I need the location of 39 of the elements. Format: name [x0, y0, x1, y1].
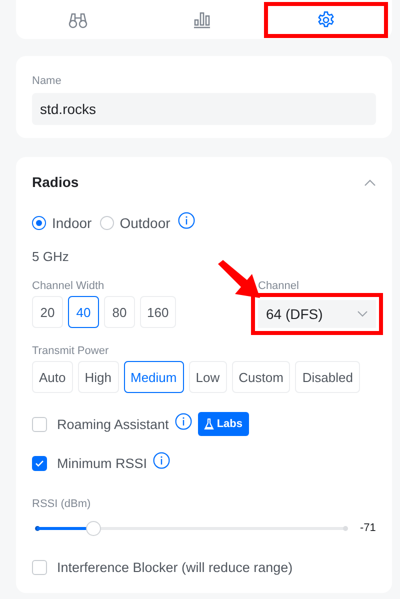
field-label: Channel Width	[32, 280, 106, 292]
name-field[interactable]: std.rocks	[32, 93, 376, 125]
segment-button[interactable]: Custom	[232, 361, 290, 393]
radio-label: Indoor	[52, 215, 92, 231]
settings-icon	[316, 10, 336, 30]
tab[interactable]	[264, 2, 388, 38]
field-label: Name	[32, 75, 62, 87]
field-label: Transmit Power	[32, 345, 110, 357]
labs-badge: Labs	[198, 412, 248, 436]
segment-button[interactable]: Auto	[32, 361, 73, 393]
radio-button[interactable]	[32, 216, 46, 230]
segment-button[interactable]: 20	[32, 296, 63, 328]
segment-button[interactable]: Low	[188, 361, 227, 393]
segment-button[interactable]: 160	[140, 296, 176, 328]
binoculars-icon	[68, 10, 88, 28]
checkbox[interactable]	[32, 560, 47, 574]
segment-button[interactable]: 80	[104, 296, 135, 328]
chevron-icon[interactable]	[364, 178, 376, 186]
checkbox-label: Minimum RSSI	[57, 456, 148, 470]
checkbox[interactable]	[32, 456, 47, 470]
radio-label: Outdoor	[120, 215, 170, 231]
band-label: 5 GHz	[32, 249, 70, 264]
field-label: RSSI (dBm)	[32, 498, 92, 510]
slider-value: -71	[360, 522, 376, 534]
checkbox-label: Roaming Assistant	[57, 416, 169, 432]
slider-thumb[interactable]	[86, 520, 101, 536]
segment-button[interactable]: Medium	[124, 361, 184, 393]
radio-button[interactable]	[100, 216, 114, 230]
segment-button[interactable]: Disabled	[295, 361, 360, 393]
section-title: Radios	[32, 174, 79, 190]
bar-chart-icon	[193, 10, 211, 28]
channel-dropdown[interactable]: 64 (DFS)	[258, 300, 376, 328]
field-label: Channel	[258, 280, 300, 292]
checkbox-label: Interference Blocker (will reduce range)	[57, 560, 293, 574]
segment-button[interactable]: 40	[68, 296, 99, 328]
checkmark-icon	[35, 460, 44, 466]
checkbox[interactable]	[32, 416, 47, 432]
caret-icon	[357, 311, 368, 317]
segment-button[interactable]: High	[78, 361, 118, 393]
